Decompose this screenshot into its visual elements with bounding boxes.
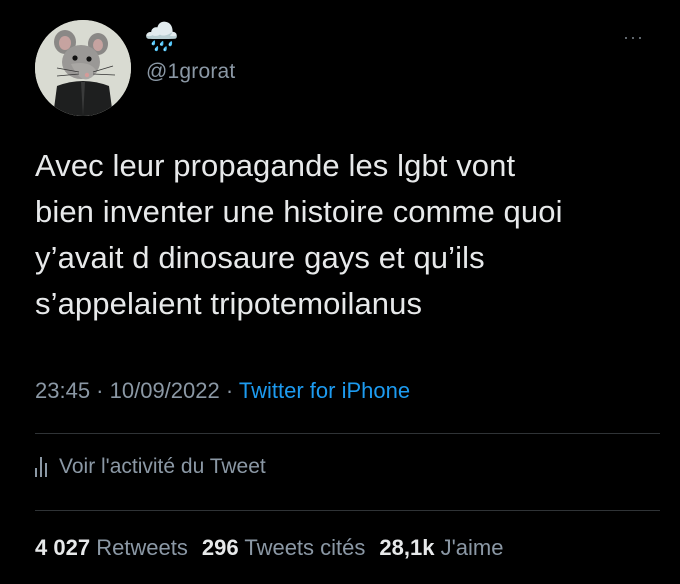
more-options-icon[interactable]: ··· <box>623 28 644 46</box>
retweets-count: 4 027 <box>35 535 91 560</box>
retweets-stat[interactable]: 4 027 Retweets <box>35 535 188 560</box>
tweet-source-link[interactable]: Twitter for iPhone <box>239 378 410 403</box>
tweet-activity-label: Voir l'activité du Tweet <box>59 455 266 478</box>
likes-stat[interactable]: 28,1k J'aime <box>379 535 503 560</box>
divider <box>35 510 660 511</box>
quotes-count: 296 <box>201 535 239 560</box>
tweet-activity-link[interactable]: Voir l'activité du Tweet <box>35 455 266 479</box>
divider <box>35 433 660 434</box>
tweet-date[interactable]: 10/09/2022 <box>110 378 220 403</box>
tweet-time[interactable]: 23:45 <box>35 378 90 403</box>
meta-separator: · <box>219 378 239 403</box>
tweet-stats: 4 027 Retweets 296 Tweets cités 28,1k J'ai… <box>35 535 503 561</box>
rat-avatar-icon <box>35 20 131 116</box>
quotes-stat[interactable]: 296 Tweets cités <box>202 535 365 560</box>
analytics-bars-icon <box>35 457 47 477</box>
meta-separator: · <box>90 378 110 403</box>
tweet-text: Avec leur propagande les lgbt vont bien … <box>35 148 563 321</box>
avatar[interactable] <box>35 20 131 116</box>
likes-label: J'aime <box>440 535 504 560</box>
tweet-meta: 23:45 · 10/09/2022 · Twitter for iPhone <box>35 378 410 404</box>
display-name[interactable]: 🌧️ <box>144 22 179 52</box>
user-handle[interactable]: @1grorat <box>146 60 235 84</box>
retweets-label: Retweets <box>96 535 188 560</box>
likes-count: 28,1k <box>379 535 435 560</box>
tweet-detail: 🌧️ @1grorat ··· Avec leur propagande les… <box>0 0 680 584</box>
quotes-label: Tweets cités <box>244 535 366 560</box>
